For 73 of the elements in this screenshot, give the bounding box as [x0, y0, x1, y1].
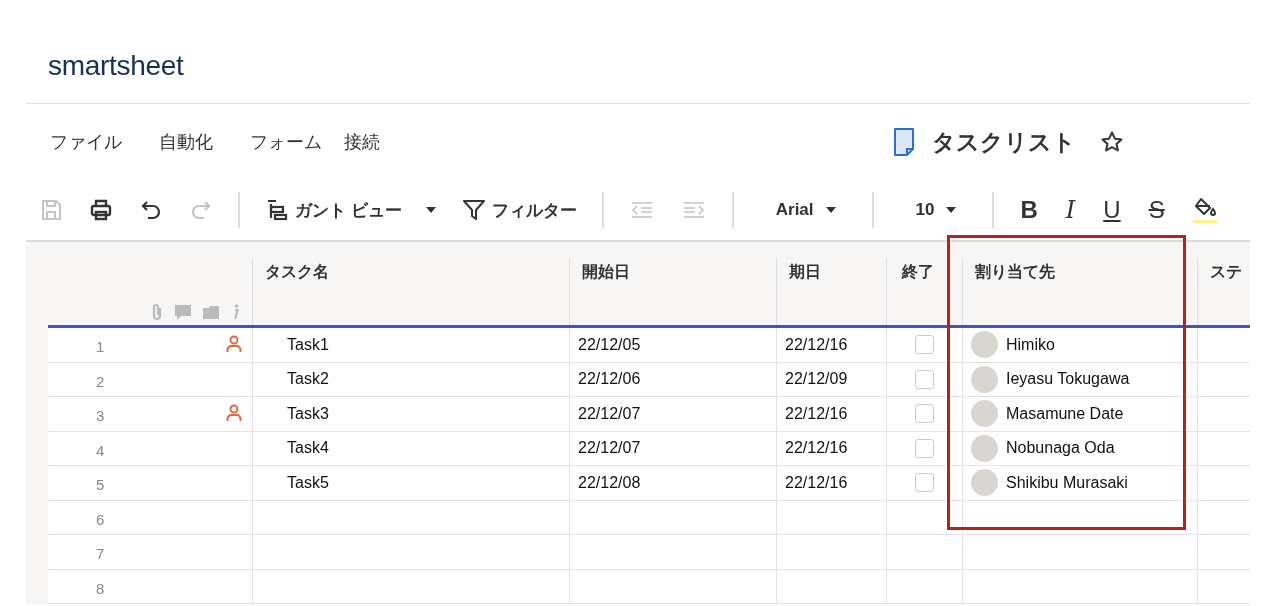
- row-number: 2: [96, 372, 105, 390]
- attachment-icon: [150, 303, 164, 321]
- assignee-name: Shikibu Murasaki: [1006, 473, 1128, 492]
- table-cell: 22/12/16: [785, 404, 848, 423]
- column-header[interactable]: タスク名: [265, 263, 329, 280]
- table-cell: 22/12/08: [578, 473, 641, 492]
- column-header[interactable]: 期日: [789, 263, 821, 280]
- assignee-name: Himiko: [1006, 335, 1055, 354]
- checkbox[interactable]: [915, 369, 934, 389]
- table-cell: Task2: [287, 370, 329, 389]
- gantt-view-dropdown[interactable]: ガント ビュー: [252, 193, 449, 227]
- menu-item[interactable]: 自動化: [159, 130, 213, 154]
- table-cell: 22/12/16: [785, 473, 848, 492]
- save-icon: [39, 198, 63, 222]
- star-icon[interactable]: [1100, 130, 1124, 154]
- avatar: [971, 434, 998, 462]
- font-size-dropdown[interactable]: 10: [885, 193, 981, 227]
- menu-item[interactable]: 接続: [344, 130, 380, 154]
- print-icon: [89, 198, 113, 222]
- checkbox[interactable]: [915, 335, 934, 355]
- gantt-icon: [265, 198, 289, 222]
- caret-icon: [425, 207, 436, 213]
- table-cell: Task1: [287, 335, 329, 354]
- table-cell: 22/12/07: [578, 404, 641, 423]
- table-cell: Task5: [287, 473, 329, 492]
- caret-icon: [946, 207, 957, 213]
- table-cell: 22/12/05: [578, 335, 641, 354]
- italic-button[interactable]: I: [1051, 193, 1090, 227]
- avatar: [971, 365, 998, 393]
- table-cell: 22/12/09: [785, 370, 848, 389]
- table-cell: 22/12/16: [785, 439, 848, 458]
- table-cell: 22/12/06: [578, 370, 641, 389]
- redo-icon: [189, 198, 213, 222]
- column-header[interactable]: 割り当て先: [975, 263, 1055, 280]
- avatar: [971, 331, 998, 359]
- document-icon: [893, 128, 915, 156]
- paint-bucket-icon: [1191, 196, 1218, 224]
- avatar: [971, 400, 998, 428]
- table-cell: Task3: [287, 404, 329, 423]
- menu-item[interactable]: フォーム: [250, 130, 322, 154]
- menu-item[interactable]: ファイル: [50, 130, 122, 154]
- row-number: 6: [96, 510, 105, 528]
- filter-icon: [461, 198, 486, 222]
- column-header[interactable]: 開始日: [582, 263, 630, 280]
- assignee-name: Ieyasu Tokugawa: [1006, 370, 1130, 389]
- table-cell: 22/12/07: [578, 439, 641, 458]
- table-cell: 22/12/16: [785, 335, 848, 354]
- row-number: 4: [96, 441, 105, 459]
- row-number: 3: [96, 407, 105, 425]
- row-number: 5: [96, 476, 105, 494]
- row-number: 1: [96, 338, 105, 356]
- row-number: 8: [96, 579, 105, 597]
- checkbox[interactable]: [915, 404, 934, 424]
- assignee-name: Nobunaga Oda: [1006, 439, 1115, 458]
- avatar: [971, 469, 998, 497]
- row-number: 7: [96, 545, 105, 563]
- comment-icon: [174, 303, 192, 321]
- logo[interactable]: smartsheet: [48, 50, 184, 81]
- assignee-name: Masamune Date: [1006, 404, 1124, 423]
- column-header[interactable]: ステ: [1210, 263, 1242, 280]
- bold-button[interactable]: B: [1006, 193, 1052, 227]
- underline-button[interactable]: U: [1089, 193, 1135, 227]
- caret-icon: [825, 207, 836, 213]
- checkbox[interactable]: [915, 473, 934, 493]
- font-dropdown[interactable]: Arial: [745, 193, 860, 227]
- table-cell: Task4: [287, 439, 329, 458]
- checkbox[interactable]: [915, 438, 934, 458]
- column-header[interactable]: 終了: [902, 263, 934, 280]
- filter-button[interactable]: フィルター: [448, 193, 590, 227]
- sheet-title: タスクリスト: [932, 127, 1076, 157]
- strikethrough-button[interactable]: S: [1134, 193, 1179, 227]
- folder-icon: [202, 304, 220, 320]
- undo-icon: [139, 198, 163, 222]
